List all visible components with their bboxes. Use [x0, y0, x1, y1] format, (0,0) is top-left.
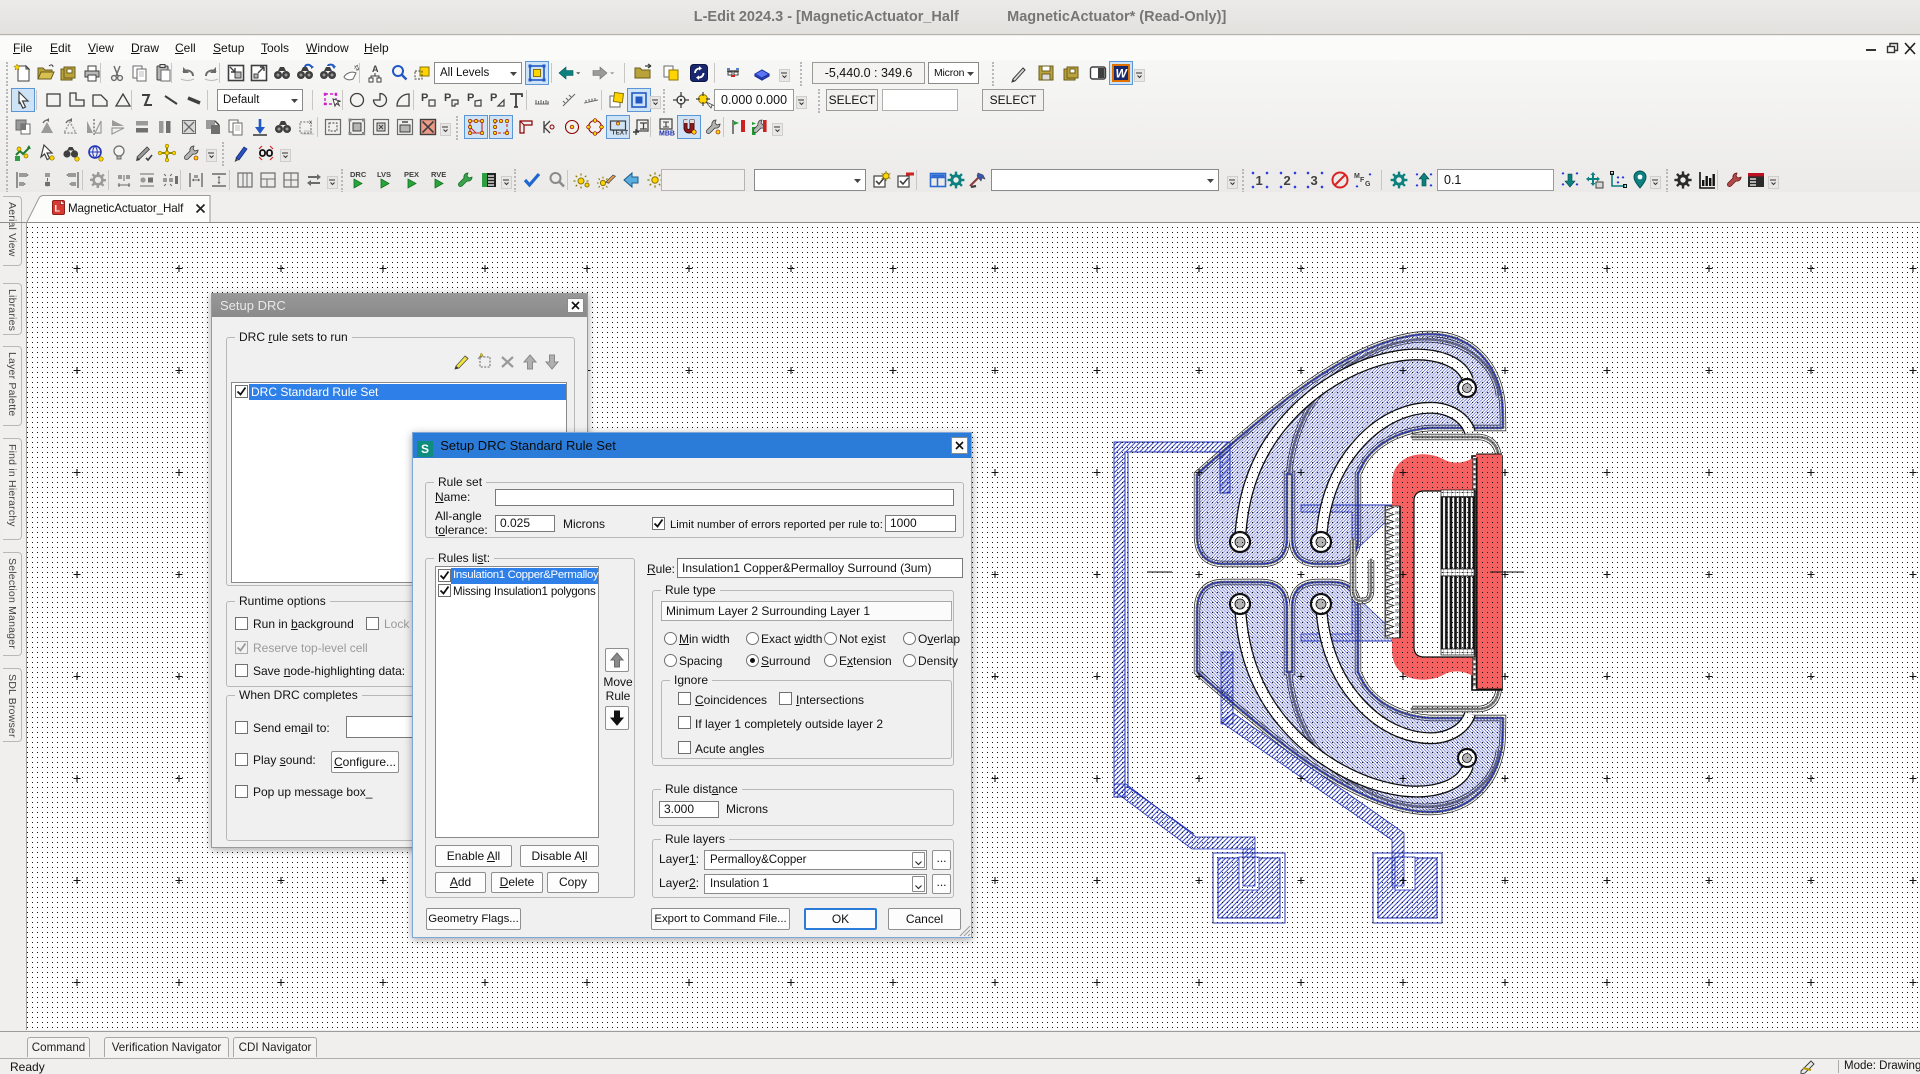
svg-text:P: P — [421, 92, 428, 104]
svg-text:L: L — [55, 204, 61, 214]
svg-text:P: P — [467, 92, 474, 104]
svg-text:PEX: PEX — [404, 170, 419, 179]
svg-text:1: 1 — [1256, 173, 1263, 188]
svg-text:W: W — [1116, 67, 1129, 81]
svg-text:TEXT: TEXT — [612, 130, 629, 137]
svg-text:LVS: LVS — [377, 170, 391, 179]
svg-text:x: x — [309, 120, 312, 126]
svg-text:2: 2 — [1284, 173, 1291, 188]
svg-text:MBB: MBB — [659, 131, 675, 138]
svg-text:DRC: DRC — [350, 170, 367, 179]
svg-text:P: P — [490, 92, 497, 104]
svg-text:3: 3 — [1311, 173, 1318, 188]
svg-text:A: A — [372, 64, 379, 74]
svg-text:RVE: RVE — [431, 170, 446, 179]
svg-text:G: G — [1365, 181, 1371, 188]
svg-text:P: P — [444, 92, 451, 104]
